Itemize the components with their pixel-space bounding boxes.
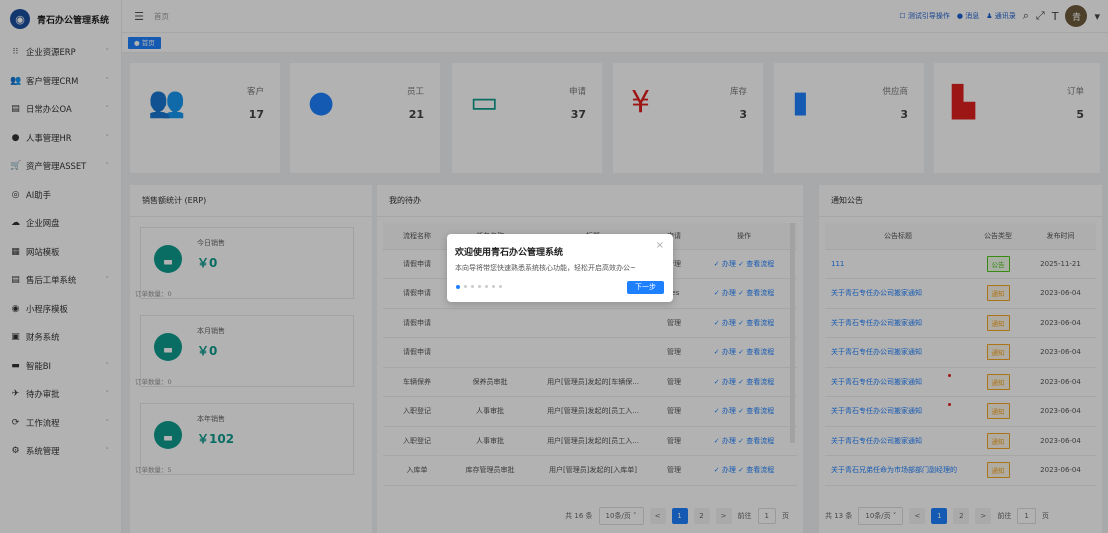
step-dot <box>471 285 474 288</box>
guide-dialog: 欢迎使用青石办公管理系统 × 本向导将带您快速熟悉系统核心功能，轻松开启高效办公… <box>447 234 673 302</box>
step-dot <box>492 285 495 288</box>
step-dot <box>485 285 488 288</box>
step-indicator <box>456 285 502 289</box>
step-dot-active <box>456 285 460 289</box>
next-button[interactable]: 下一步 <box>627 281 664 294</box>
close-icon[interactable]: × <box>656 240 664 251</box>
step-dot <box>478 285 481 288</box>
step-dot <box>464 285 467 288</box>
guide-content: 本向导将带您快速熟悉系统核心功能，轻松开启高效办公~ <box>455 264 636 272</box>
guide-title: 欢迎使用青石办公管理系统 <box>455 248 564 258</box>
step-dot <box>499 285 502 288</box>
